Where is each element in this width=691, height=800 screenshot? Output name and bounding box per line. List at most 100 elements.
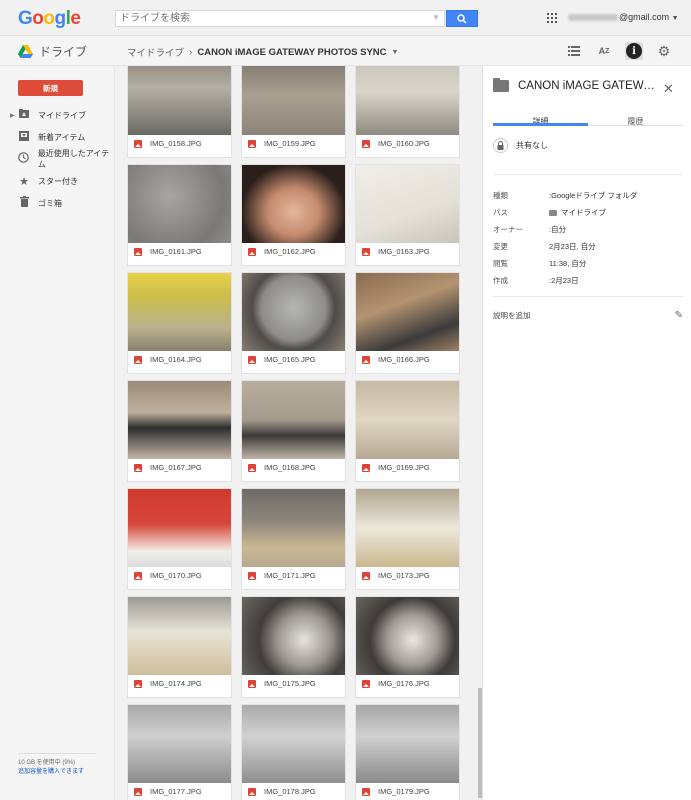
photo-thumbnail[interactable] <box>242 273 345 351</box>
sidebar-item-trash[interactable]: ゴミ箱 <box>0 192 115 214</box>
view-toolbar: AZ i ⚙ <box>565 42 673 60</box>
file-tile[interactable]: IMG_0164.JPG <box>127 272 232 374</box>
file-tile[interactable]: IMG_0158.JPG <box>127 66 232 158</box>
file-caption: IMG_0176.JPG <box>362 679 430 688</box>
photo-thumbnail[interactable] <box>356 273 459 351</box>
gear-icon[interactable]: ⚙ <box>655 42 673 60</box>
file-tile[interactable]: IMG_0174.JPG <box>127 596 232 698</box>
folder-icon <box>549 209 557 216</box>
property-value-text: :Googleドライブ フォルダ <box>549 191 638 200</box>
file-tile[interactable]: IMG_0176.JPG <box>355 596 460 698</box>
file-name: IMG_0168.JPG <box>264 463 316 472</box>
add-description-label[interactable]: 説明を追加 <box>493 310 531 321</box>
photo-thumbnail[interactable] <box>356 66 459 135</box>
photo-thumbnail[interactable] <box>242 597 345 675</box>
sidebar-item-starred[interactable]: ★ スター付き <box>0 170 115 192</box>
photo-thumbnail[interactable] <box>356 381 459 459</box>
breadcrumb-current[interactable]: CANON iMAGE GATEWAY PHOTOS SYNC <box>197 47 386 58</box>
file-tile[interactable]: IMG_0173.JPG <box>355 488 460 590</box>
photo-thumbnail[interactable] <box>128 489 231 567</box>
file-tile[interactable]: IMG_0175.JPG <box>241 596 346 698</box>
photo-thumbnail[interactable] <box>128 597 231 675</box>
image-file-icon <box>248 463 256 472</box>
photo-thumbnail[interactable] <box>356 597 459 675</box>
file-tile[interactable]: IMG_0161.JPG <box>127 164 232 266</box>
file-caption: IMG_0163.JPG <box>362 247 430 256</box>
file-tile[interactable]: IMG_0160.JPG <box>355 66 460 158</box>
buy-storage-link[interactable]: 追加容量を購入できます <box>18 768 84 777</box>
photo-thumbnail[interactable] <box>128 381 231 459</box>
tab-activity[interactable]: 履歴 <box>588 108 683 126</box>
property-value-text[interactable]: マイドライブ <box>561 207 606 218</box>
photo-thumbnail[interactable] <box>128 165 231 243</box>
file-tile[interactable]: IMG_0178.JPG <box>241 704 346 800</box>
file-tile[interactable]: IMG_0170.JPG <box>127 488 232 590</box>
list-view-icon[interactable] <box>565 42 583 60</box>
search-box[interactable]: ▼ <box>115 10 445 27</box>
image-file-icon <box>134 679 142 688</box>
search-input[interactable] <box>116 11 426 26</box>
file-name: IMG_0161.JPG <box>150 247 202 256</box>
sidebar-item-recent[interactable]: 最近使用したアイテム <box>0 148 115 170</box>
storage-usage: 10 GB を使用中 (9%) <box>18 760 76 766</box>
photo-thumbnail[interactable] <box>356 489 459 567</box>
file-tile[interactable]: IMG_0179.JPG <box>355 704 460 800</box>
new-button[interactable]: 新規 <box>18 80 83 96</box>
file-tile[interactable]: IMG_0166.JPG <box>355 272 460 374</box>
close-icon[interactable]: ✕ <box>663 81 674 97</box>
logo-letter: G <box>18 8 33 29</box>
property-key: 閲覧 <box>493 259 508 268</box>
google-logo[interactable]: Google <box>18 8 81 30</box>
photo-thumbnail[interactable] <box>242 705 345 783</box>
file-tile[interactable]: IMG_0169.JPG <box>355 380 460 482</box>
property-value-text: :自分 <box>549 225 567 234</box>
file-caption: IMG_0161.JPG <box>134 247 202 256</box>
image-file-icon <box>362 355 370 364</box>
clock-icon <box>18 152 30 166</box>
apps-grid-icon[interactable] <box>547 13 557 23</box>
photo-thumbnail[interactable] <box>242 165 345 243</box>
tab-details[interactable]: 詳細 <box>493 108 588 126</box>
file-tile[interactable]: IMG_0171.JPG <box>241 488 346 590</box>
file-name: IMG_0158.JPG <box>150 139 202 148</box>
photo-thumbnail[interactable] <box>356 705 459 783</box>
file-caption: IMG_0175.JPG <box>248 679 316 688</box>
file-name: IMG_0163.JPG <box>378 247 430 256</box>
sidebar-item-my-drive[interactable]: ▶ マイドライブ <box>0 104 115 126</box>
pencil-icon[interactable]: ✎ <box>675 310 683 321</box>
breadcrumb-root[interactable]: マイドライブ <box>127 45 184 59</box>
photo-thumbnail[interactable] <box>128 705 231 783</box>
file-tile[interactable]: IMG_0163.JPG <box>355 164 460 266</box>
logo-letter: g <box>54 8 67 29</box>
sort-az-icon[interactable]: AZ <box>595 42 613 60</box>
photo-thumbnail[interactable] <box>242 381 345 459</box>
search-options-icon[interactable]: ▼ <box>432 13 440 22</box>
file-tile[interactable]: IMG_0162.JPG <box>241 164 346 266</box>
drive-logo-icon <box>18 45 33 58</box>
file-tile[interactable]: IMG_0159.JPG <box>241 66 346 158</box>
drive-brand[interactable]: ドライブ <box>18 43 87 60</box>
file-tile[interactable]: IMG_0165.JPG <box>241 272 346 374</box>
search-button[interactable] <box>446 10 478 27</box>
details-toggle[interactable]: i <box>625 42 643 60</box>
file-name: IMG_0178.JPG <box>264 787 316 796</box>
file-tile[interactable]: IMG_0167.JPG <box>127 380 232 482</box>
expand-arrow-icon[interactable]: ▶ <box>10 112 15 119</box>
file-caption: IMG_0166.JPG <box>362 355 430 364</box>
account-menu[interactable]: @gmail.com ▼ <box>568 12 679 22</box>
image-file-icon <box>248 247 256 256</box>
file-tile[interactable]: IMG_0168.JPG <box>241 380 346 482</box>
photo-thumbnail[interactable] <box>242 66 345 135</box>
chevron-down-icon[interactable]: ▼ <box>392 49 399 56</box>
file-caption: IMG_0167.JPG <box>134 463 202 472</box>
photo-thumbnail[interactable] <box>128 273 231 351</box>
file-name: IMG_0171.JPG <box>264 571 316 580</box>
file-caption: IMG_0174.JPG <box>134 679 202 688</box>
photo-thumbnail[interactable] <box>356 165 459 243</box>
sidebar-item-incoming[interactable]: 新着アイテム <box>0 126 115 148</box>
file-tile[interactable]: IMG_0177.JPG <box>127 704 232 800</box>
file-caption: IMG_0178.JPG <box>248 787 316 796</box>
photo-thumbnail[interactable] <box>242 489 345 567</box>
photo-thumbnail[interactable] <box>128 66 231 135</box>
image-file-icon <box>134 463 142 472</box>
